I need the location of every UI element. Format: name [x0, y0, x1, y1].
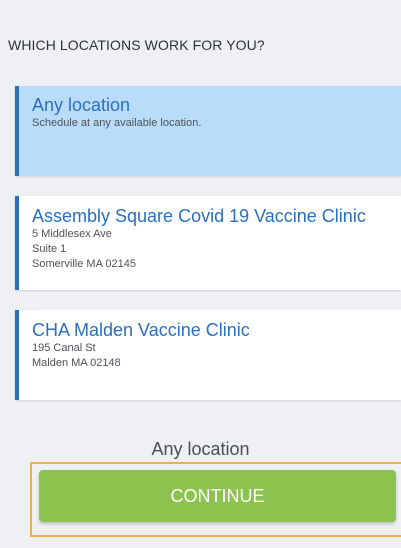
location-description: Schedule at any available location.: [32, 117, 202, 129]
continue-button[interactable]: CONTINUE: [39, 470, 396, 522]
selected-location-label: Any location: [151, 439, 250, 459]
location-card-cha-malden[interactable]: CHA Malden Vaccine Clinic 195 Canal St M…: [15, 310, 401, 400]
location-card-assembly-square[interactable]: Assembly Square Covid 19 Vaccine Clinic …: [15, 196, 401, 290]
page-title: WHICH LOCATIONS WORK FOR YOU?: [8, 37, 265, 53]
location-title: Any location: [32, 95, 131, 115]
location-title: CHA Malden Vaccine Clinic: [32, 320, 250, 340]
location-card-any[interactable]: Any location Schedule at any available l…: [15, 86, 401, 176]
address-line: 195 Canal St: [32, 342, 96, 354]
address-line: Malden MA 02148: [32, 357, 121, 369]
location-title: Assembly Square Covid 19 Vaccine Clinic: [32, 206, 366, 226]
continue-focus-outline: CONTINUE: [30, 462, 401, 537]
address-line: Somerville MA 02145: [32, 258, 136, 270]
address-line: Suite 1: [32, 243, 67, 255]
address-line: 5 Middlesex Ave: [32, 228, 112, 240]
